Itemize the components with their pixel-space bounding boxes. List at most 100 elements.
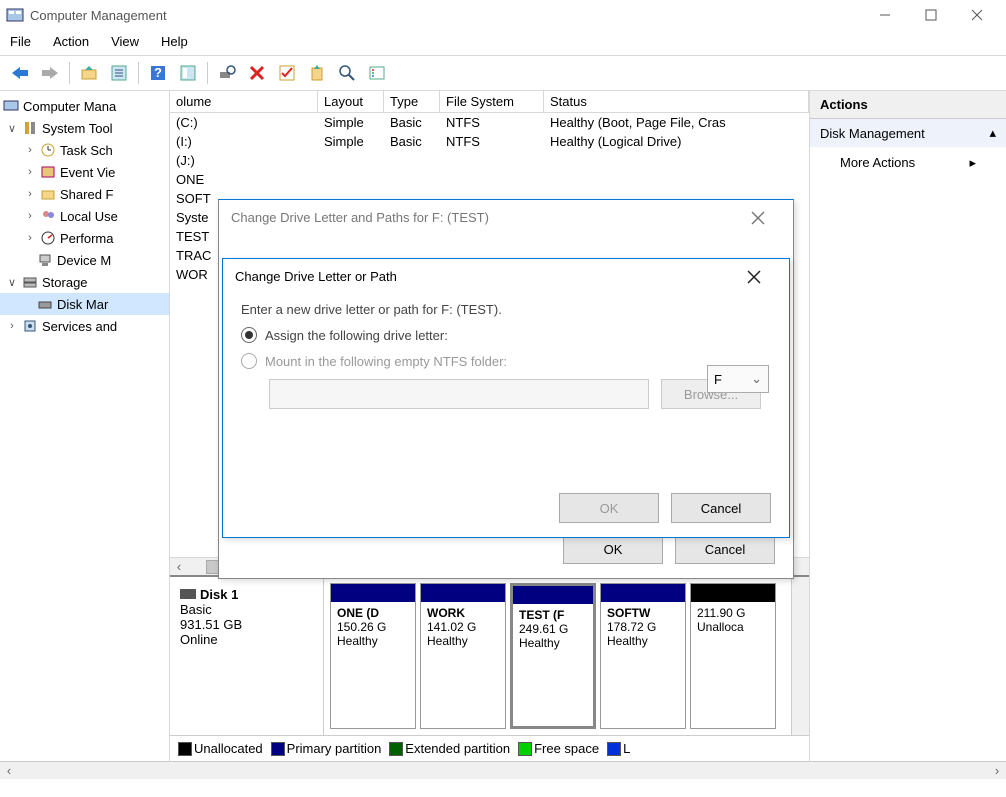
performance-icon [39,229,57,247]
disk-type: Basic [180,602,313,617]
close-icon[interactable] [747,270,777,284]
menu-help[interactable]: Help [161,34,188,49]
back-button[interactable] [6,60,34,86]
col-volume[interactable]: olume [170,91,318,112]
tree-performance[interactable]: › Performa [0,227,169,249]
radio-mount-folder[interactable]: Mount in the following empty NTFS folder… [241,353,771,369]
help-icon[interactable]: ? [144,60,172,86]
col-filesystem[interactable]: File System [440,91,544,112]
actions-section-disk-management[interactable]: Disk Management ▴ [810,119,1006,147]
disk-icon [36,295,54,313]
menu-action[interactable]: Action [53,34,89,49]
tree-local-users[interactable]: › Local Use [0,205,169,227]
services-icon [21,317,39,335]
collapse-icon[interactable]: ▴ [989,125,996,141]
chevron-down-icon: ⌄ [751,371,762,387]
partition[interactable]: ONE (D150.26 GHealthy [330,583,416,729]
table-row[interactable]: (J:) [170,151,809,170]
up-level-icon[interactable] [75,60,103,86]
dialog-titlebar[interactable]: Change Drive Letter and Paths for F: (TE… [219,200,793,235]
tree-shared-folders[interactable]: › Shared F [0,183,169,205]
check-icon[interactable] [273,60,301,86]
partition[interactable]: SOFTW178.72 GHealthy [600,583,686,729]
actions-more[interactable]: More Actions ▸ [810,147,1006,179]
actions-header: Actions [810,91,1006,119]
menu-file[interactable]: File [10,34,31,49]
col-status[interactable]: Status [544,91,809,112]
tree-task-scheduler[interactable]: › Task Sch [0,139,169,161]
tree-system-tools[interactable]: ∨ System Tool [0,117,169,139]
device-icon [36,251,54,269]
forward-button[interactable] [36,60,64,86]
tree-disk-management[interactable]: Disk Mar [0,293,169,315]
ok-button[interactable]: OK [559,493,659,523]
swatch-logical [607,742,621,756]
maximize-button[interactable] [908,0,954,30]
drive-letter-select[interactable]: F ⌄ [707,365,769,393]
table-row[interactable]: ONE [170,170,809,189]
partition[interactable]: WORK141.02 GHealthy [420,583,506,729]
expand-icon[interactable]: › [24,210,36,222]
expand-icon[interactable]: › [24,188,36,200]
window-scrollbar[interactable]: ‹ › [0,761,1006,779]
minimize-button[interactable] [862,0,908,30]
svg-text:?: ? [154,65,162,80]
list-icon[interactable] [363,60,391,86]
radio-icon[interactable] [241,353,257,369]
radio-assign-letter[interactable]: Assign the following drive letter: [241,327,771,343]
expand-icon[interactable]: ∨ [6,276,18,289]
cancel-button[interactable]: Cancel [675,534,775,564]
ok-button[interactable]: OK [563,534,663,564]
storage-icon [21,273,39,291]
users-icon [39,207,57,225]
partition-selected[interactable]: TEST (F249.61 GHealthy [510,583,596,729]
tree-device-manager[interactable]: Device M [0,249,169,271]
close-button[interactable] [954,0,1000,30]
refresh-icon[interactable] [213,60,241,86]
navigation-tree[interactable]: Computer Mana ∨ System Tool › Task Sch ›… [0,91,170,761]
disk-map: Disk 1 Basic 931.51 GB Online ONE (D150.… [170,575,809,735]
dialog-titlebar[interactable]: Change Drive Letter or Path [223,259,789,294]
new-icon[interactable] [303,60,331,86]
properties-icon[interactable] [105,60,133,86]
dialog-change-letter: Change Drive Letter or Path Enter a new … [222,258,790,538]
window-title: Computer Management [30,8,862,23]
expand-icon[interactable]: ∨ [6,122,18,135]
table-row[interactable]: (C:)SimpleBasicNTFSHealthy (Boot, Page F… [170,113,809,132]
expand-icon[interactable]: › [24,232,36,244]
diskmap-scrollbar[interactable] [791,577,809,735]
scroll-right-icon[interactable]: › [988,763,1006,778]
scroll-left-icon[interactable]: ‹ [0,763,18,778]
radio-icon[interactable] [241,327,257,343]
tree-root[interactable]: Computer Mana [0,95,169,117]
drive-letter-value: F [714,372,722,387]
find-icon[interactable] [333,60,361,86]
clock-icon [39,141,57,159]
show-hide-icon[interactable] [174,60,202,86]
expand-icon[interactable]: › [24,144,36,156]
delete-icon[interactable] [243,60,271,86]
menu-view[interactable]: View [111,34,139,49]
close-icon[interactable] [751,211,781,225]
tree-event-viewer[interactable]: › Event Vie [0,161,169,183]
tools-icon [21,119,39,137]
tree-services[interactable]: › Services and [0,315,169,337]
scroll-left-icon[interactable]: ‹ [170,559,188,574]
columns-header[interactable]: olume Layout Type File System Status [170,91,809,113]
actions-panel: Actions Disk Management ▴ More Actions ▸ [810,91,1006,761]
dialog-title: Change Drive Letter and Paths for F: (TE… [231,210,751,225]
disk-size: 931.51 GB [180,617,313,632]
disk-info[interactable]: Disk 1 Basic 931.51 GB Online [170,577,324,735]
swatch-primary [271,742,285,756]
col-layout[interactable]: Layout [318,91,384,112]
cancel-button[interactable]: Cancel [671,493,771,523]
tree-storage[interactable]: ∨ Storage [0,271,169,293]
expand-icon[interactable]: › [24,166,36,178]
col-type[interactable]: Type [384,91,440,112]
swatch-extended [389,742,403,756]
partition-unallocated[interactable]: 211.90 GUnalloca [690,583,776,729]
expand-icon[interactable]: › [6,320,18,332]
swatch-unallocated [178,742,192,756]
folder-path-input [269,379,649,409]
table-row[interactable]: (I:)SimpleBasicNTFSHealthy (Logical Driv… [170,132,809,151]
